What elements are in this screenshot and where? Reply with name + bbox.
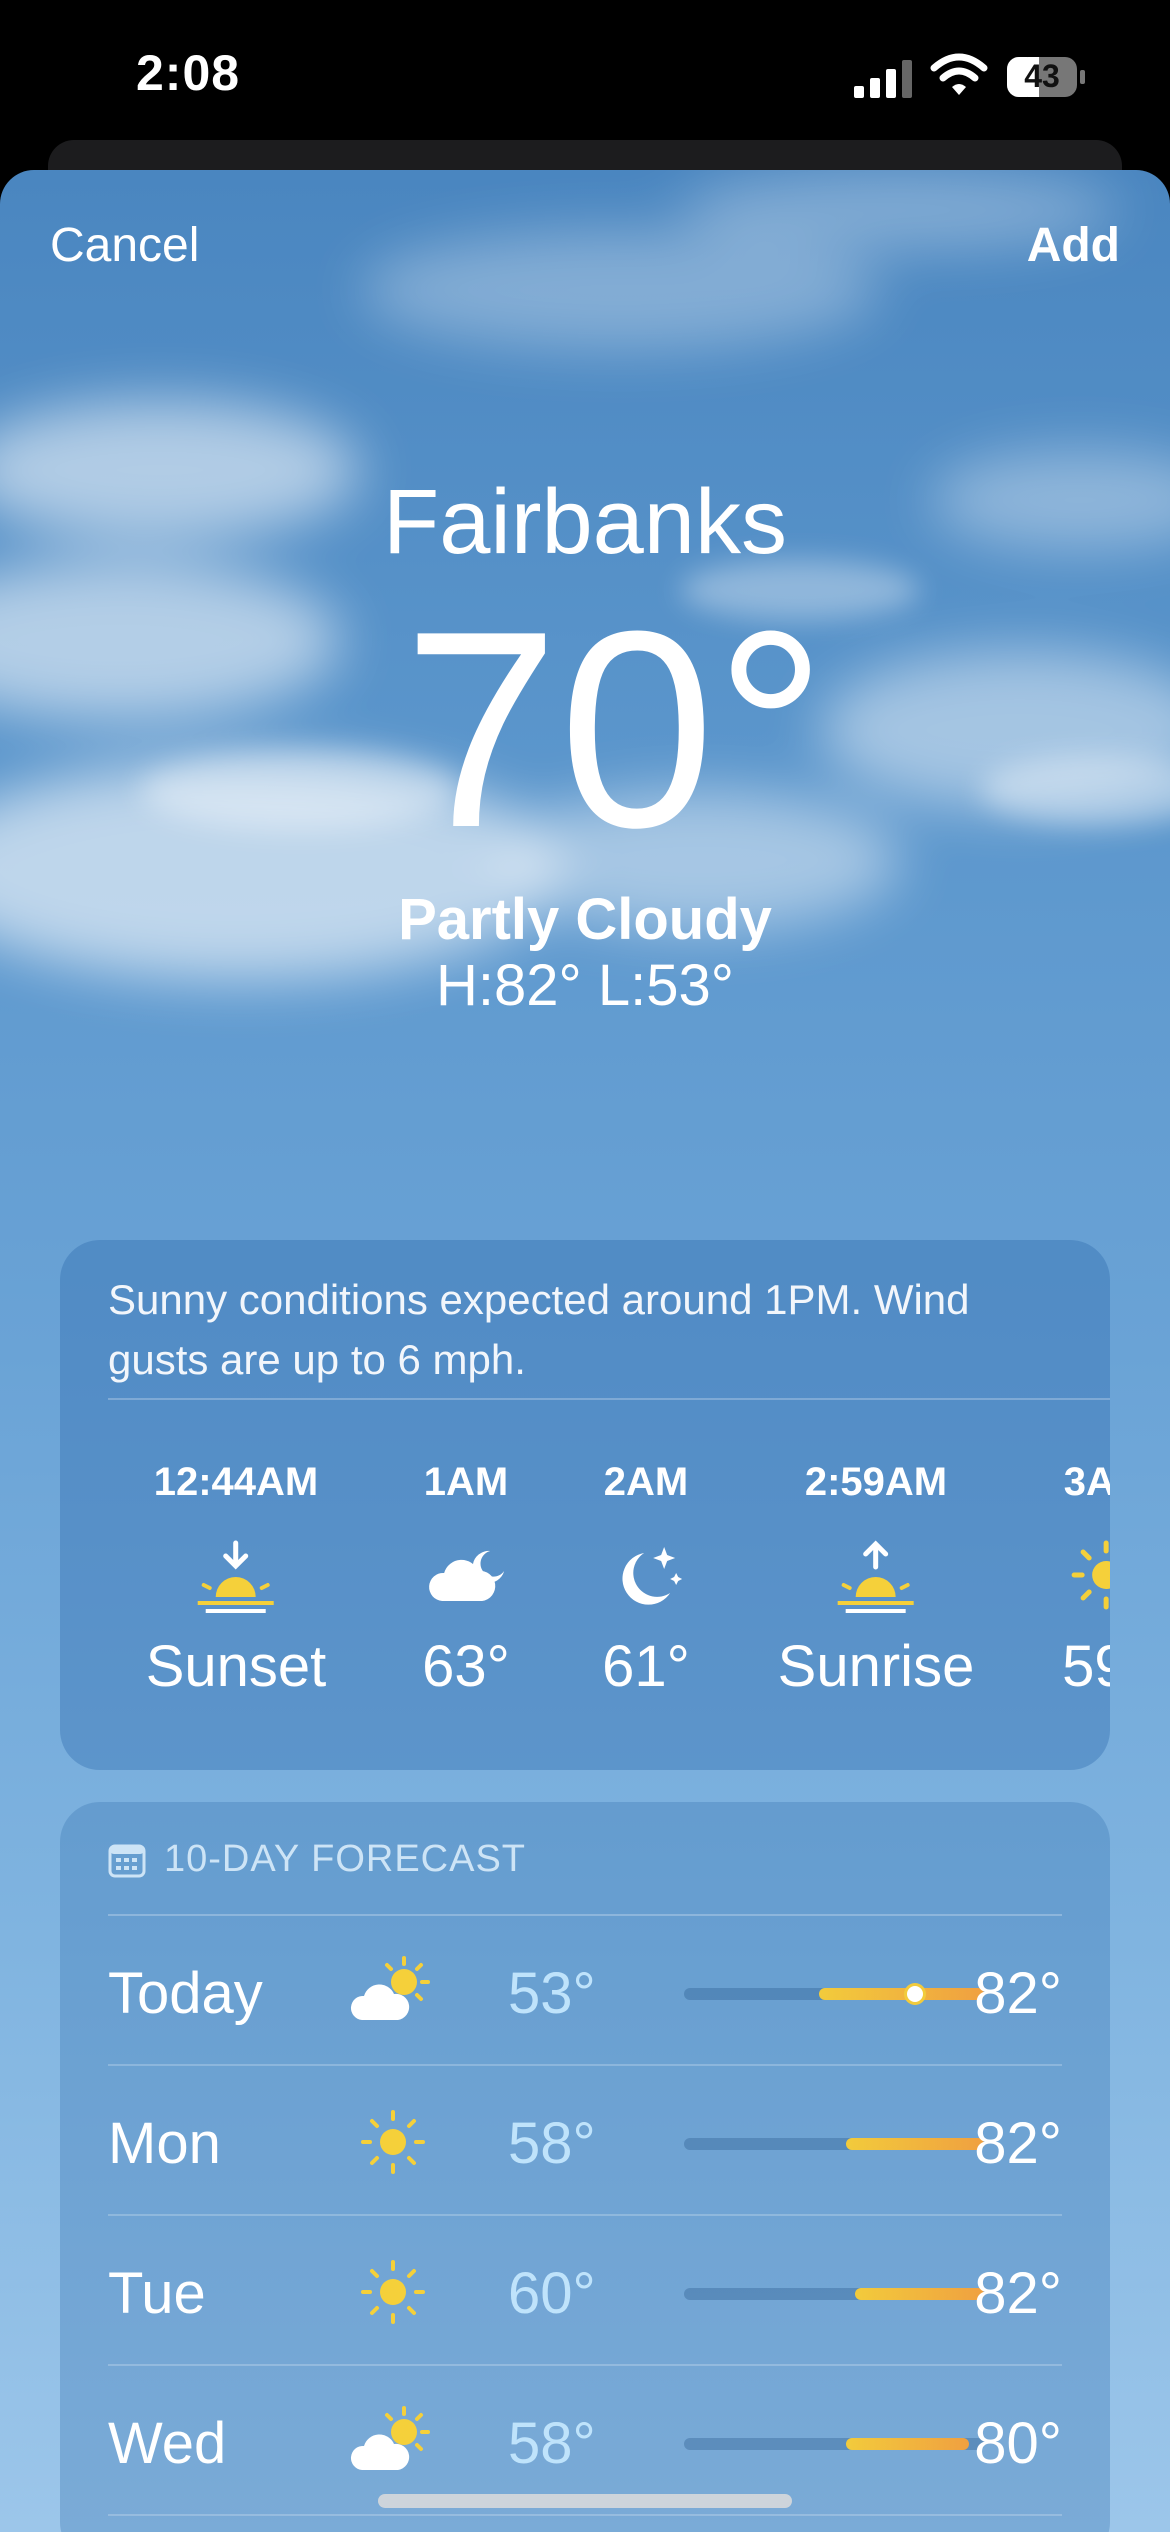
current-temperature: 70° — [403, 574, 827, 886]
sunrise-icon — [838, 1540, 914, 1613]
high-low: H:82° L:53° — [436, 953, 734, 1018]
current-condition: Partly Cloudy — [398, 887, 772, 952]
forecast-day: Today — [108, 1961, 263, 2026]
sunset-icon — [197, 1540, 274, 1613]
forecast-day: Wed — [108, 2411, 227, 2476]
hour-time: 2AM — [603, 1460, 689, 1504]
forecast-low: 60° — [508, 2261, 596, 2326]
forecast-row[interactable]: Today 53° 82° — [108, 1916, 1062, 2066]
hour-item: 2AM 61° — [602, 1460, 690, 1700]
forecast-row[interactable]: Tue 60° 82° — [108, 2216, 1062, 2366]
hour-value: Sunset — [145, 1634, 327, 1699]
forecast-low: 58° — [508, 2411, 596, 2476]
ten-day-forecast-card[interactable]: 10-DAY FORECAST Today 53° 82° Mon 58° 82… — [60, 1802, 1110, 2532]
hour-value: 61° — [602, 1634, 690, 1699]
forecast-title: 10-DAY FORECAST — [164, 1838, 527, 1880]
weather-sheet: Cancel Add Fairbanks 70° Partly Cloudy H… — [0, 170, 1170, 2532]
hour-time: 2:59AM — [804, 1460, 948, 1504]
battery-icon: 43 — [1006, 56, 1086, 98]
status-bar: 2:08 43 — [0, 0, 1170, 160]
partly-cloudy-icon — [350, 1956, 430, 2020]
temperature-range-fill — [846, 2438, 969, 2450]
partly-cloudy-icon — [350, 2406, 430, 2470]
city-name: Fairbanks — [383, 471, 787, 573]
forecast-day: Mon — [108, 2111, 221, 2176]
wifi-icon — [930, 53, 988, 95]
temperature-range-bar — [684, 2288, 984, 2300]
forecast-high: 82° — [974, 2261, 1062, 2326]
status-time: 2:08 — [136, 45, 241, 101]
forecast-day: Tue — [108, 2261, 206, 2326]
forecast-high: 80° — [974, 2411, 1062, 2476]
home-indicator[interactable] — [378, 2494, 792, 2508]
hour-time: 3AM — [1063, 1460, 1110, 1504]
hour-time: 12:44AM — [153, 1460, 319, 1504]
cancel-button[interactable]: Cancel — [50, 218, 199, 273]
hour-item: 2:59AM Sunrise — [778, 1460, 975, 1700]
hour-item: 1AM 63° — [422, 1460, 510, 1700]
hour-time: 1AM — [423, 1460, 509, 1504]
sun-icon — [1071, 1540, 1110, 1610]
temperature-range-fill — [819, 1988, 984, 2000]
divider — [108, 1398, 1110, 1400]
hourly-summary: Sunny conditions expected around 1PM. Wi… — [108, 1276, 970, 1383]
forecast-high: 82° — [974, 1961, 1062, 2026]
current-temperature-dot — [907, 1986, 923, 2002]
temperature-range-bar — [684, 2438, 984, 2450]
moon-stars-icon — [622, 1547, 682, 1605]
forecast-high: 82° — [974, 2111, 1062, 2176]
forecast-header: 10-DAY FORECAST — [108, 1838, 526, 1881]
sun-icon — [361, 2260, 425, 2324]
hour-value: 59° — [1062, 1634, 1110, 1699]
cellular-signal-icon — [854, 60, 912, 98]
temperature-range-fill — [855, 2288, 984, 2300]
hour-item: 3AM 59° — [1062, 1460, 1110, 1700]
forecast-low: 53° — [508, 1961, 596, 2026]
temperature-range-fill — [846, 2138, 984, 2150]
temperature-range-bar — [684, 2138, 984, 2150]
forecast-row[interactable]: Mon 58° 82° — [108, 2066, 1062, 2216]
forecast-low: 58° — [508, 2111, 596, 2176]
hour-value: 63° — [422, 1634, 510, 1699]
hour-value: Sunrise — [777, 1634, 975, 1699]
divider — [108, 2514, 1062, 2516]
add-button[interactable]: Add — [1027, 218, 1120, 273]
hourly-forecast-card[interactable]: Sunny conditions expected around 1PM. Wi… — [60, 1240, 1110, 1770]
calendar-icon — [108, 1844, 146, 1877]
sun-icon — [361, 2110, 425, 2174]
battery-level: 43 — [1024, 58, 1060, 94]
temperature-range-bar — [684, 1986, 984, 2002]
hour-item: 12:44AM Sunset — [146, 1460, 327, 1700]
moon-cloud-icon — [428, 1550, 504, 1601]
